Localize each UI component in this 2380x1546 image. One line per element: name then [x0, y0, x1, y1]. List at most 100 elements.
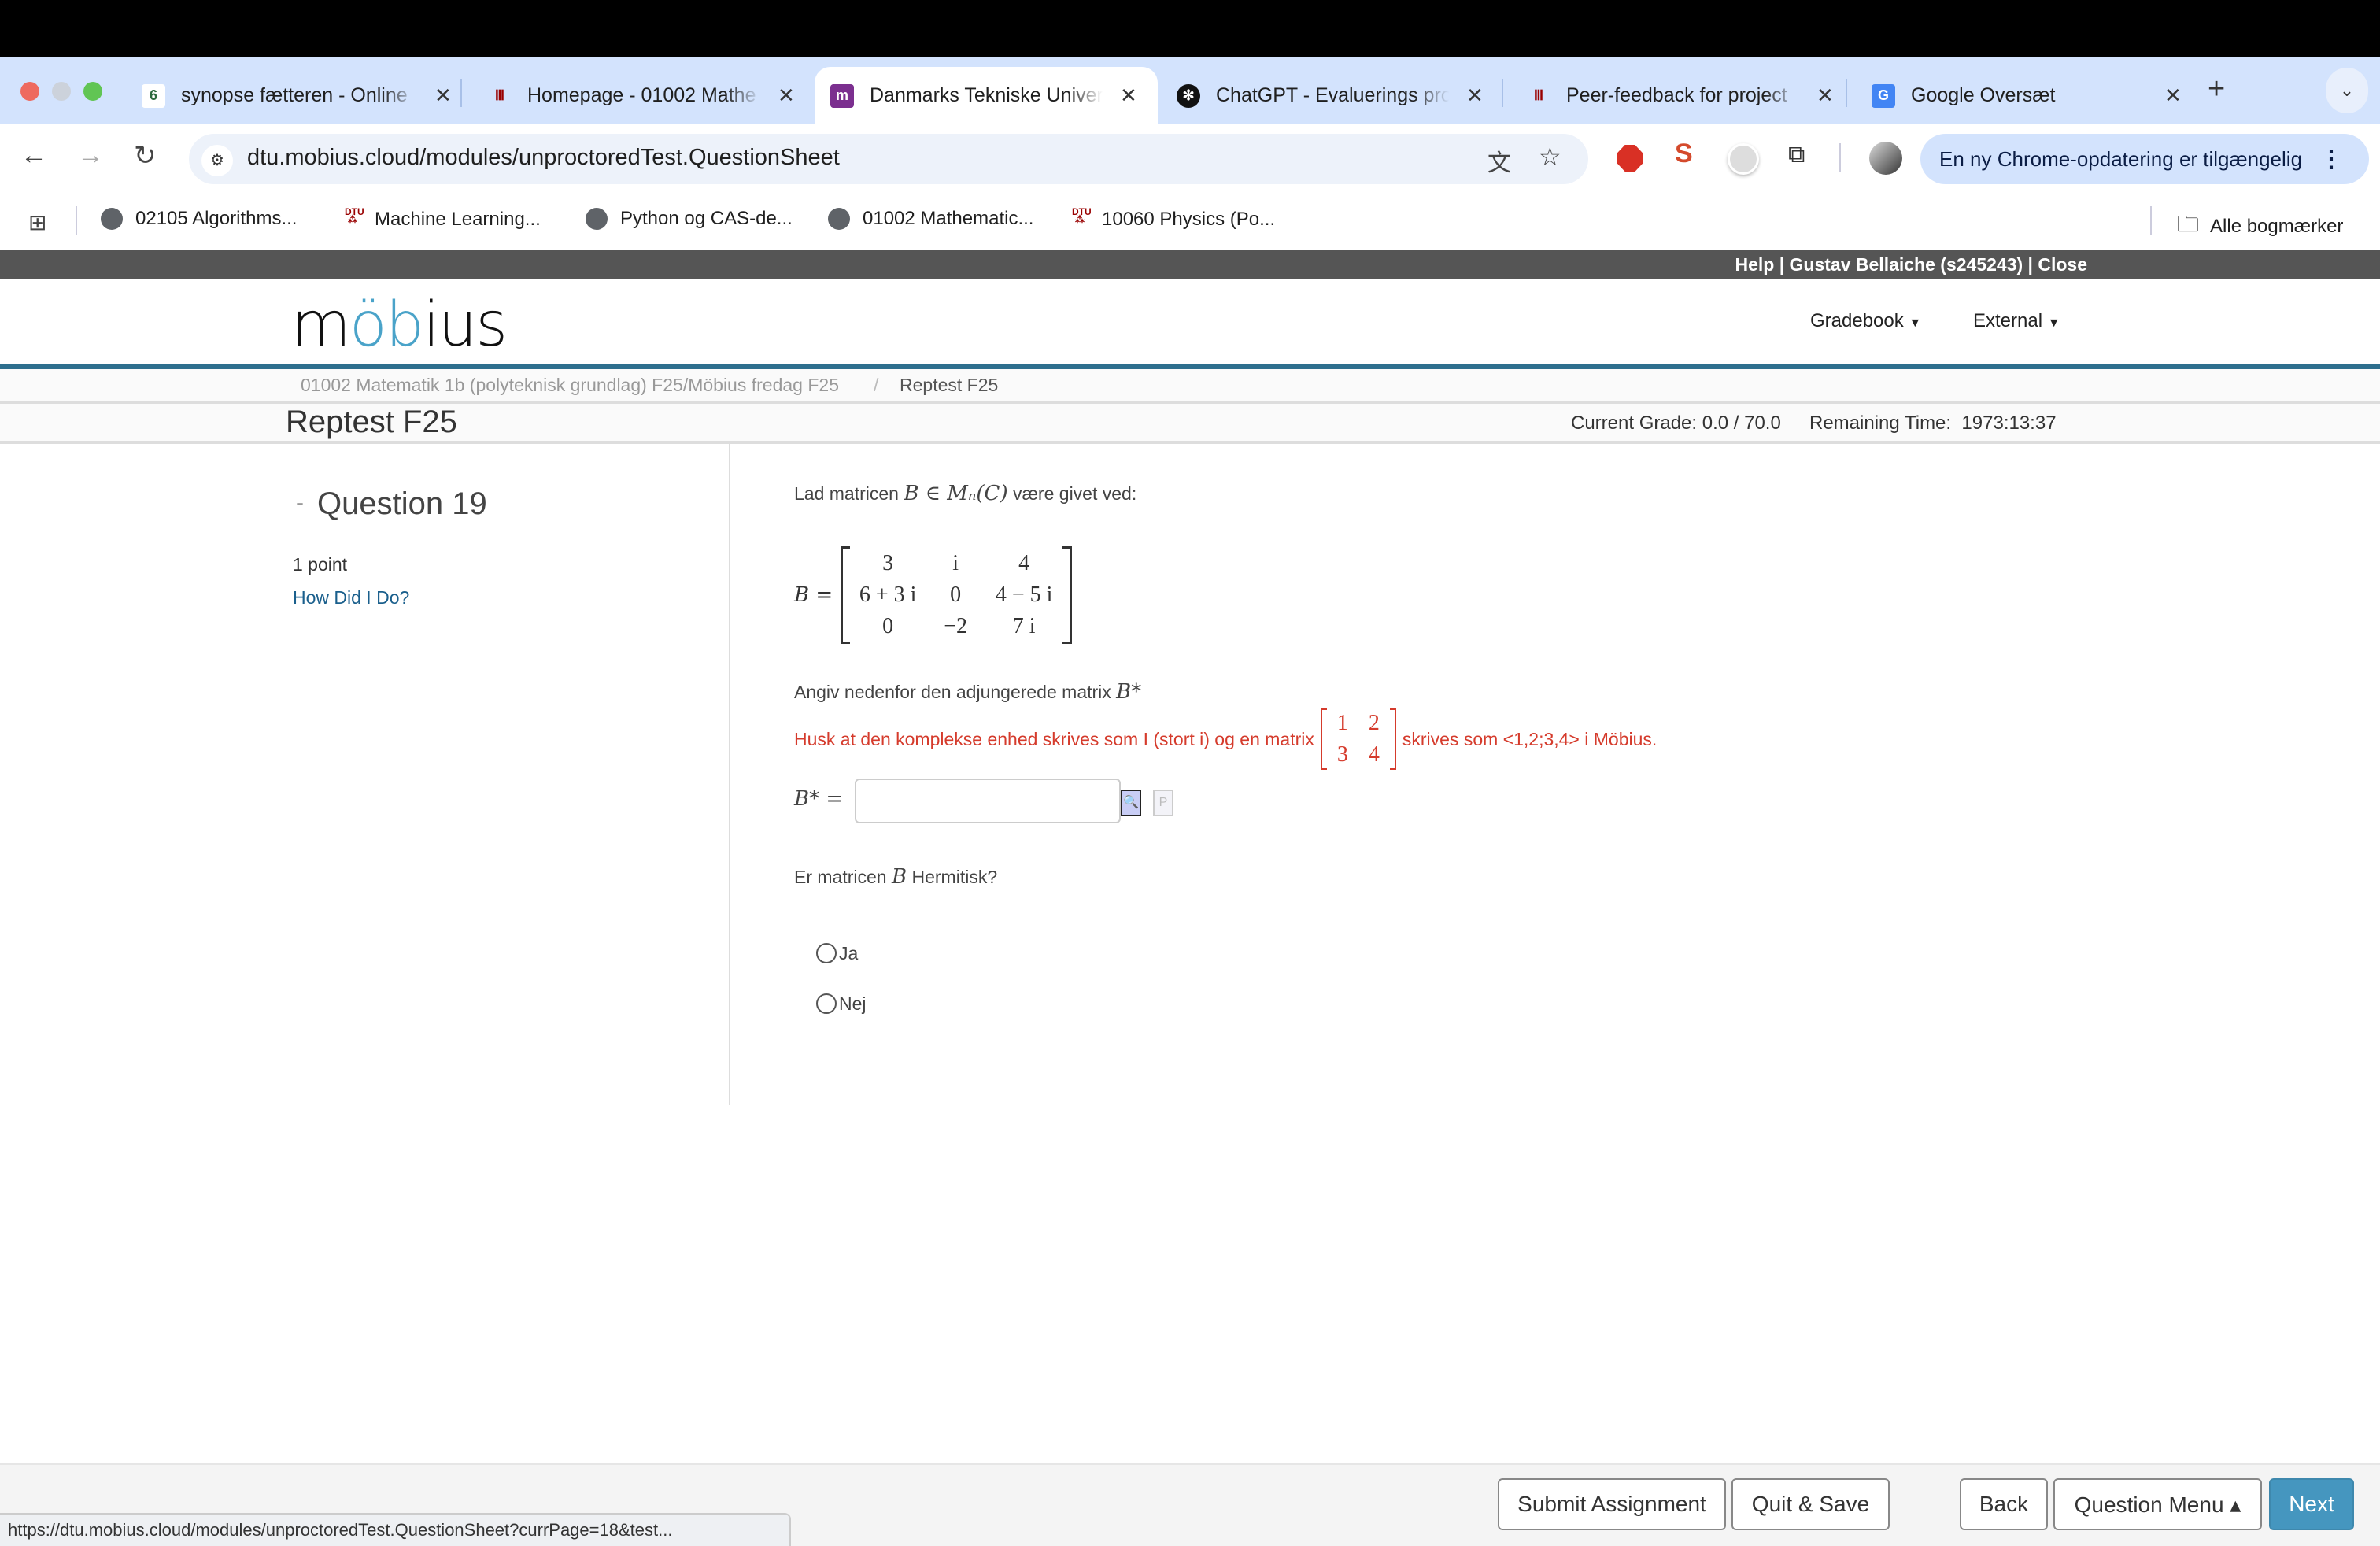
equation-editor-icon[interactable]: P: [1153, 790, 1173, 816]
seo-extension-icon[interactable]: S: [1675, 139, 1693, 169]
hermitian-question: Er matricen B Hermitisk?: [794, 865, 998, 889]
matrix-cell: 4 − 5 i: [995, 583, 1053, 607]
external-menu[interactable]: External ▼: [1973, 310, 2060, 332]
chatgpt-icon: ✻: [1177, 83, 1200, 108]
bookmark-item[interactable]: 02105 Algorithms...: [101, 208, 297, 230]
quit-save-button[interactable]: Quit & Save: [1731, 1478, 1890, 1530]
extension-icon[interactable]: [1728, 143, 1759, 175]
forward-arrow-icon[interactable]: →: [77, 140, 104, 171]
extensions-puzzle-icon[interactable]: ⧉: [1788, 142, 1805, 168]
profile-avatar[interactable]: [1869, 142, 1902, 175]
tab-peer-feedback[interactable]: Ⅲ Peer-feedback for project ✕: [1511, 67, 1834, 124]
breadcrumb-separator: /: [874, 375, 879, 395]
close-tab-icon[interactable]: ✕: [778, 83, 795, 108]
matrix-cell: −2: [944, 614, 968, 638]
adjoint-answer-input[interactable]: [855, 779, 1121, 823]
matrix-cell: 7 i: [1012, 614, 1036, 638]
matrix-cell: 6 + 3 i: [859, 583, 917, 607]
tab-dtu-homepage[interactable]: Ⅲ Homepage - 01002 Mathe ✕: [472, 67, 795, 124]
dtu-icon: DTU ⁂: [1072, 206, 1092, 225]
toolbar-divider: [1839, 143, 1841, 172]
current-grade: Current Grade: 0.0 / 70.0: [1571, 412, 1781, 434]
close-tab-icon[interactable]: ✕: [2164, 83, 2182, 108]
page-title: Reptest F25: [286, 405, 457, 439]
bookmark-item[interactable]: DTU ⁂ Machine Learning...: [345, 206, 541, 231]
radio-label-nej[interactable]: Nej: [839, 993, 867, 1015]
bookmark-divider: [2150, 206, 2152, 235]
how-did-i-do-link[interactable]: How Did I Do?: [293, 587, 409, 608]
bookmark-item[interactable]: Python og CAS-de...: [586, 208, 793, 230]
mobius-logo: möbius: [291, 290, 508, 361]
radio-ja[interactable]: [816, 943, 837, 963]
more-menu-icon[interactable]: ⋮: [2319, 146, 2343, 173]
close-window-button[interactable]: [20, 82, 39, 101]
link-status-bubble: https://dtu.mobius.cloud/modules/unproct…: [0, 1513, 791, 1546]
dtu-icon: DTU ⁂: [345, 206, 364, 225]
collapse-question-icon[interactable]: -: [296, 490, 304, 516]
remaining-time: Remaining Time: 1973:13:37: [1809, 412, 2057, 434]
new-tab-button[interactable]: +: [2208, 72, 2225, 106]
caret-down-icon: ▼: [2047, 316, 2060, 330]
back-arrow-icon[interactable]: ←: [20, 140, 47, 171]
mobius-top-bar[interactable]: Help | Gustav Bellaiche (s245243) | Clos…: [0, 250, 2380, 279]
breadcrumb-course[interactable]: 01002 Matematik 1b (polyteknisk grundlag…: [301, 375, 839, 396]
close-tab-icon[interactable]: ✕: [434, 83, 452, 108]
gradebook-menu[interactable]: Gradebook ▼: [1810, 310, 1921, 332]
adblock-extension-icon[interactable]: [1617, 145, 1643, 172]
matrix-bracket: [1062, 546, 1073, 644]
adjoint-prompt: Angiv nedenfor den adjungerede matrix B*: [794, 680, 1142, 704]
tab-overleaf[interactable]: 6 synopse fætteren - Online ✕: [126, 67, 452, 124]
all-bookmarks-button[interactable]: 🗀 Alle bogmærker: [2177, 208, 2343, 246]
close-tab-icon[interactable]: ✕: [1466, 83, 1484, 108]
back-button[interactable]: Back: [1960, 1478, 2048, 1530]
apps-grid-icon[interactable]: ⊞: [28, 209, 46, 235]
globe-icon: [101, 208, 123, 230]
question-points: 1 point: [293, 554, 348, 575]
radio-nej[interactable]: [816, 993, 837, 1014]
globe-icon: [828, 208, 850, 230]
overleaf-icon: 6: [142, 83, 165, 108]
next-button[interactable]: Next: [2269, 1478, 2354, 1530]
breadcrumb-current: Reptest F25: [900, 375, 999, 395]
example-matrix: 1234: [1320, 708, 1396, 770]
folder-icon: 🗀: [2177, 212, 2200, 236]
bookmark-item[interactable]: 01002 Mathematic...: [828, 208, 1033, 230]
tab-chatgpt[interactable]: ✻ ChatGPT - Evaluerings pro ✕: [1161, 67, 1484, 124]
tab-mobius[interactable]: m Danmarks Tekniske Univer ✕: [815, 67, 1158, 124]
tab-google-translate[interactable]: G Google Oversæt ✕: [1856, 67, 2182, 124]
dtu-icon: Ⅲ: [494, 87, 505, 103]
caret-down-icon: ▼: [1909, 316, 1922, 330]
tab-search-chevron-icon[interactable]: ⌄: [2326, 68, 2368, 113]
bookmark-star-icon[interactable]: ☆: [1539, 142, 1561, 172]
answer-label: B* =: [794, 787, 844, 811]
close-tab-icon[interactable]: ✕: [1816, 83, 1834, 108]
matrix-cell: 0: [882, 614, 894, 638]
syntax-hint: Husk at den komplekse enhed skrives som …: [794, 708, 1657, 770]
site-info-icon[interactable]: ⚙: [201, 145, 233, 176]
radio-label-ja[interactable]: Ja: [839, 943, 858, 964]
mobius-icon: m: [830, 83, 854, 108]
url-text[interactable]: dtu.mobius.cloud/modules/unproctoredTest…: [247, 145, 840, 171]
reload-icon[interactable]: ↻: [134, 140, 157, 172]
submit-assignment-button[interactable]: Submit Assignment: [1498, 1478, 1726, 1530]
question-title: Question 19: [317, 486, 487, 521]
dtu-icon: Ⅲ: [1533, 87, 1544, 103]
matrix-b: B = 3 i 4 6 + 3 i 0 4 − 5 i 0 −2 7 i: [794, 546, 1073, 644]
tab-separator: [1502, 79, 1503, 107]
question-menu-button[interactable]: Question Menu ▴: [2053, 1478, 2262, 1530]
preview-icon[interactable]: 🔍: [1121, 790, 1141, 816]
tab-separator: [460, 79, 462, 107]
tab-separator: [1846, 79, 1847, 107]
screen-top-bar: [0, 0, 2380, 57]
chrome-update-button[interactable]: En ny Chrome-opdatering er tilgængelig ⋮: [1920, 134, 2369, 184]
matrix-cell: 0: [950, 583, 962, 607]
translate-icon[interactable]: 文: [1488, 143, 1511, 178]
matrix-cell: 4: [1018, 551, 1030, 575]
bookmark-item[interactable]: DTU ⁂ 10060 Physics (Po...: [1072, 206, 1275, 231]
close-tab-icon[interactable]: ✕: [1120, 83, 1137, 108]
matrix-cell: 3: [882, 551, 894, 575]
maximize-window-button[interactable]: [83, 82, 102, 101]
google-translate-icon: G: [1872, 83, 1895, 108]
panel-divider: [729, 444, 730, 1105]
minimize-window-button[interactable]: [52, 82, 71, 101]
